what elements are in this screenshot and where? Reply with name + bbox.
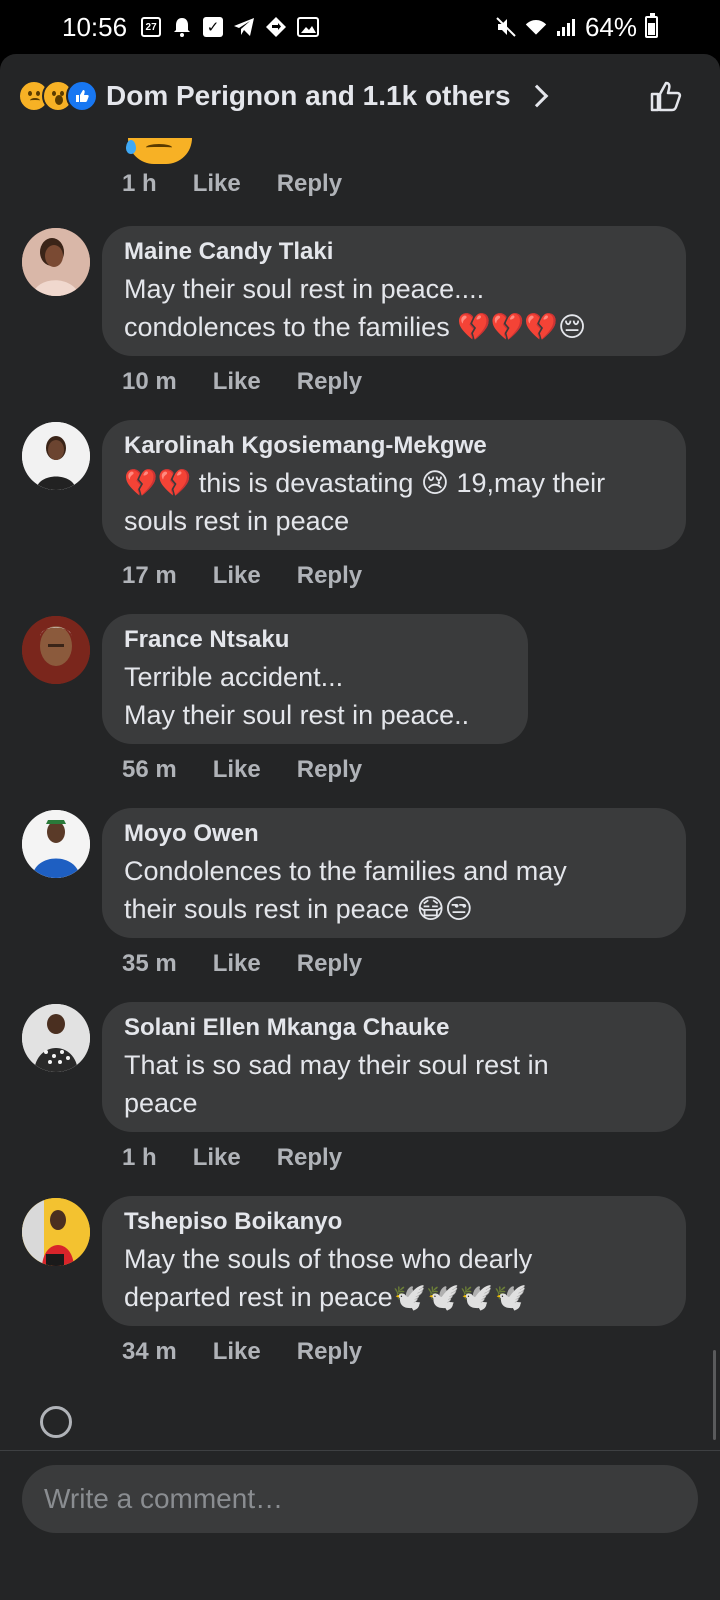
reply-button[interactable]: Reply [297, 368, 362, 396]
gallery-icon [297, 16, 320, 38]
like-button[interactable]: Like [213, 1338, 261, 1366]
comments-sheet: Dom Perignon and 1.1k others 1 h Like Re… [0, 54, 720, 1600]
mute-icon [495, 16, 517, 38]
comment-author[interactable]: Maine Candy Tlaki [124, 238, 666, 266]
reply-button[interactable]: Reply [277, 1144, 342, 1172]
comment-time: 56 m [122, 756, 177, 783]
comment-bubble[interactable]: Tshepiso Boikanyo May the souls of those… [102, 1196, 686, 1326]
reply-button[interactable]: Reply [297, 562, 362, 590]
reactions-summary[interactable]: Dom Perignon and 1.1k others [0, 54, 720, 138]
avatar[interactable] [22, 1004, 90, 1072]
comment-text: Condolences to the families and may thei… [124, 856, 567, 924]
partial-emoji-icon [126, 138, 192, 164]
comment-time: 1 h [122, 170, 157, 197]
comment-time: 35 m [122, 950, 177, 977]
like-button[interactable]: Like [213, 756, 261, 784]
comment-bubble[interactable]: Moyo Owen Condolences to the families an… [102, 808, 686, 938]
avatar[interactable] [22, 1198, 90, 1266]
reply-button[interactable]: Reply [297, 756, 362, 784]
like-button[interactable]: Like [193, 1144, 241, 1172]
comment-actions: 1 h Like Reply [122, 1144, 342, 1172]
comment-text: Terrible accident... May their soul rest… [124, 662, 470, 730]
comment-actions: 35 m Like Reply [122, 950, 362, 978]
comment-text: May their soul rest in peace.... condole… [124, 274, 587, 342]
like-button[interactable]: Like [213, 950, 261, 978]
comment-author[interactable]: Karolinah Kgosiemang-Mekgwe [124, 432, 666, 460]
direction-icon [265, 16, 287, 38]
like-button[interactable]: Like [193, 170, 241, 198]
comment-time: 17 m [122, 562, 177, 589]
comment-text: May the souls of those who dearly depart… [124, 1244, 533, 1312]
comment-bubble[interactable]: Karolinah Kgosiemang-Mekgwe 💔💔 this is d… [102, 420, 686, 550]
comment-time: 10 m [122, 368, 177, 395]
comment-author[interactable]: France Ntsaku [124, 626, 508, 654]
comment-text: 💔💔 this is devastating 😢 19,may their so… [124, 468, 606, 536]
comment-bubble[interactable]: Maine Candy Tlaki May their soul rest in… [102, 226, 686, 356]
comment-actions: 17 m Like Reply [122, 562, 362, 590]
avatar[interactable] [22, 616, 90, 684]
checkbox-icon: ✓ [203, 17, 224, 37]
battery-fill [648, 23, 655, 35]
loading-circle-icon [40, 1406, 72, 1438]
comment-composer [0, 1450, 720, 1550]
comment-actions: 34 m Like Reply [122, 1338, 362, 1366]
comment-bubble[interactable]: France Ntsaku Terrible accident... May t… [102, 614, 528, 744]
battery-icon [645, 13, 658, 38]
chevron-right-icon [525, 84, 548, 108]
avatar[interactable] [22, 228, 90, 296]
like-button[interactable]: Like [213, 562, 261, 590]
comment-author[interactable]: Moyo Owen [124, 820, 666, 848]
comment-author[interactable]: Solani Ellen Mkanga Chauke [124, 1014, 666, 1042]
comments-list: 1 h Like Reply Maine Candy Tlaki May the… [0, 138, 720, 1468]
battery-percent: 64% [584, 11, 637, 42]
like-reaction-icon [66, 80, 98, 112]
avatar[interactable] [22, 422, 90, 490]
comment-time: 1 h [122, 1144, 157, 1171]
scrollbar[interactable] [713, 1350, 716, 1440]
avatar[interactable] [22, 810, 90, 878]
reaction-icons [18, 80, 98, 112]
reply-button[interactable]: Reply [297, 1338, 362, 1366]
status-bar: 10:56 27 ✓ 64% [0, 0, 720, 54]
bell-icon [171, 16, 193, 38]
reply-button[interactable]: Reply [297, 950, 362, 978]
notification-icons: 27 ✓ [141, 16, 320, 38]
status-time: 10:56 [62, 11, 128, 42]
telegram-icon [233, 16, 255, 38]
wifi-icon [525, 16, 547, 38]
previous-comment-actions: 1 h Like Reply [122, 170, 342, 198]
calendar-icon: 27 [141, 17, 162, 37]
comment-author[interactable]: Tshepiso Boikanyo [124, 1208, 666, 1236]
reactions-summary-text: Dom Perignon and 1.1k others [106, 80, 511, 111]
reply-button[interactable]: Reply [277, 170, 342, 198]
comment-input[interactable] [22, 1465, 698, 1533]
like-outline-icon[interactable] [646, 76, 686, 116]
like-button[interactable]: Like [213, 368, 261, 396]
comment-time: 34 m [122, 1338, 177, 1365]
system-navigation-bar [0, 1550, 720, 1600]
comment-bubble[interactable]: Solani Ellen Mkanga Chauke That is so sa… [102, 1002, 686, 1132]
comment-actions: 56 m Like Reply [122, 756, 362, 784]
comment-text: That is so sad may their soul rest in pe… [124, 1050, 549, 1118]
signal-icon [555, 16, 577, 38]
comment-actions: 10 m Like Reply [122, 368, 362, 396]
